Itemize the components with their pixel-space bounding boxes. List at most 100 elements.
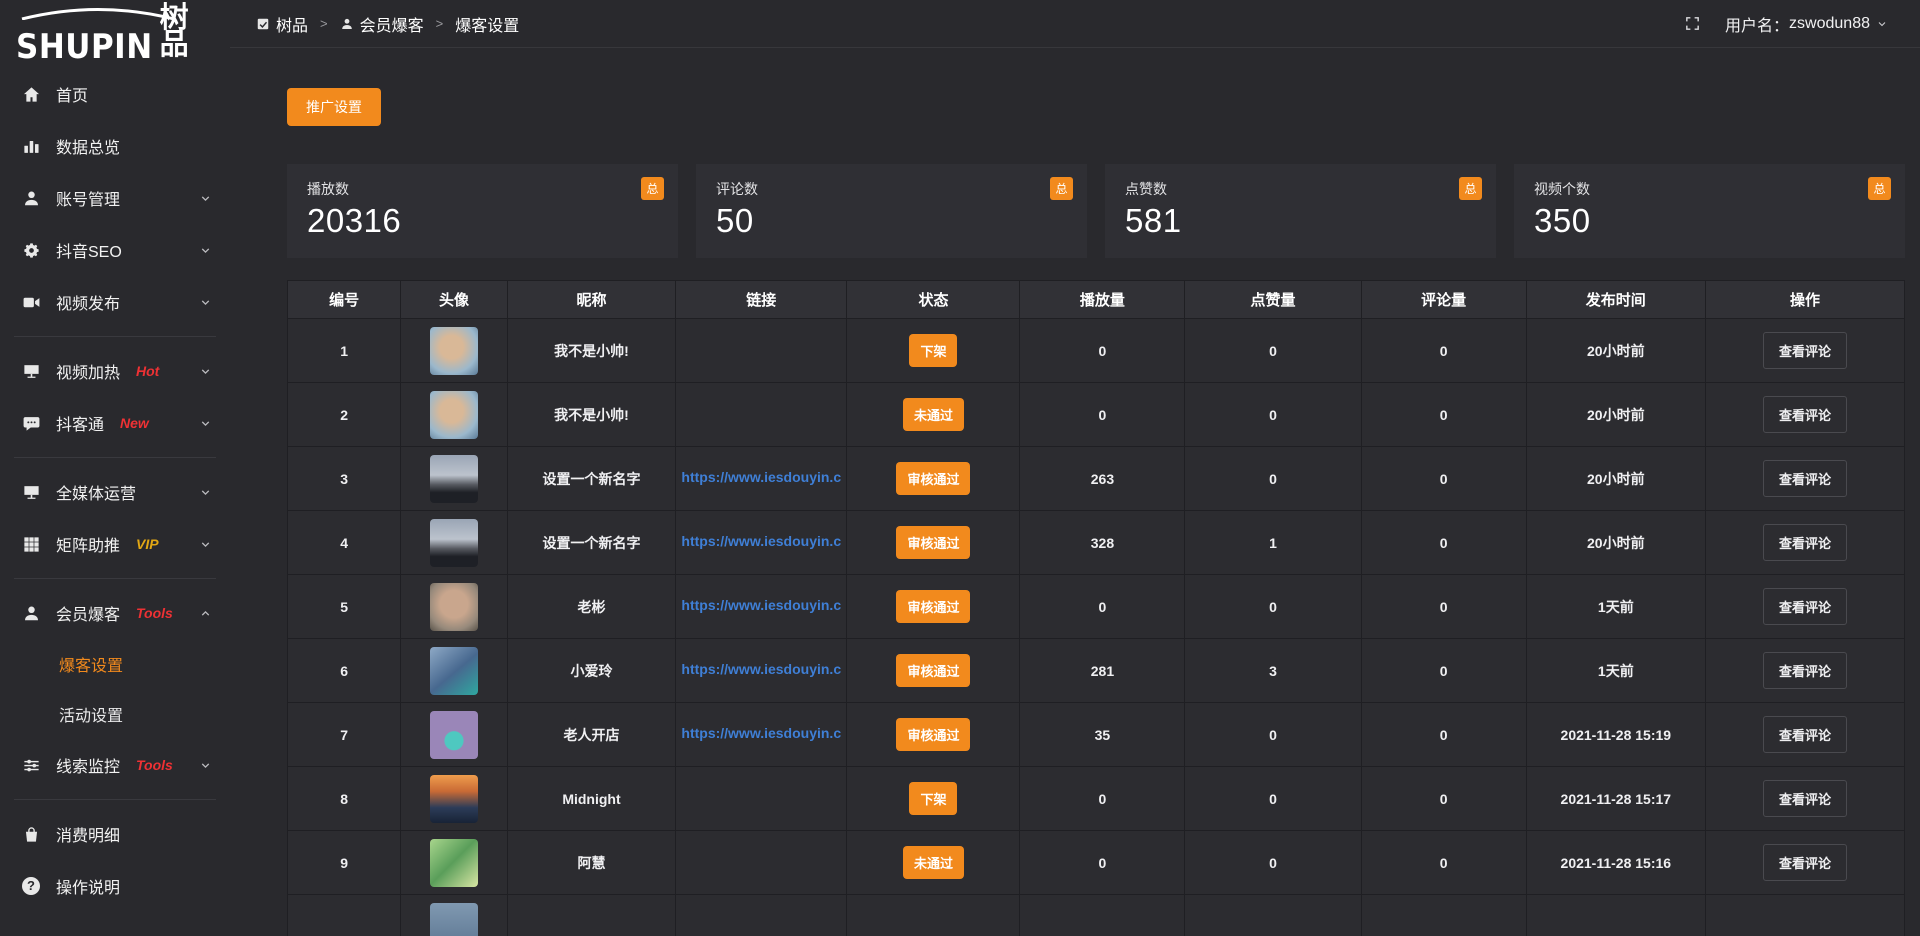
view-comments-button[interactable]: 查看评论 <box>1763 588 1847 625</box>
sidebar-item-label: 线索监控 <box>56 753 120 777</box>
chevron-down-icon <box>199 417 212 430</box>
fullscreen-icon[interactable] <box>1684 15 1701 32</box>
sidebar-item[interactable]: 数据总览 <box>0 120 230 172</box>
cell-likes: 0 <box>1185 319 1361 383</box>
sidebar-item-label: 抖客通 <box>56 411 104 435</box>
sidebar-subitem-label: 活动设置 <box>59 702 123 726</box>
status-button[interactable]: 审核通过 <box>896 654 970 687</box>
gear-icon <box>22 241 41 260</box>
screen-icon <box>22 362 41 381</box>
breadcrumb-item[interactable]: 树品 <box>256 12 308 36</box>
sidebar-subitem[interactable]: 爆客设置 <box>0 639 230 689</box>
user-menu[interactable]: 用户名： zswodun88 <box>1725 12 1888 36</box>
sidebar-item[interactable]: ? 操作说明 <box>0 860 230 912</box>
video-link[interactable]: https://www.iesdouyin.c <box>681 725 841 741</box>
sidebar-item[interactable]: 视频加热 Hot <box>0 345 230 397</box>
cell-publish-time: 2021-11-28 15:16 <box>1526 831 1705 895</box>
cell-status: 下架 <box>847 319 1020 383</box>
cell-status: 审核通过 <box>847 575 1020 639</box>
cell-status: 审核通过 <box>847 703 1020 767</box>
cell-publish-time: 1天前 <box>1526 575 1705 639</box>
view-comments-button[interactable]: 查看评论 <box>1763 844 1847 881</box>
cell-no <box>288 895 401 936</box>
cell-likes: 1 <box>1185 511 1361 575</box>
sidebar-item-label: 视频加热 <box>56 359 120 383</box>
cell-comments: 0 <box>1361 767 1526 831</box>
promo-settings-button[interactable]: 推广设置 <box>287 88 381 126</box>
sidebar-item[interactable]: 矩阵助推 VIP <box>0 518 230 570</box>
cell-no: 5 <box>288 575 401 639</box>
sidebar-divider <box>14 578 216 579</box>
sidebar-item[interactable]: 抖音SEO <box>0 224 230 276</box>
sidebar-item[interactable]: 视频发布 <box>0 276 230 328</box>
cell-action: 查看评论 <box>1706 703 1905 767</box>
sidebar-item[interactable]: 会员爆客 Tools <box>0 587 230 639</box>
status-button[interactable]: 审核通过 <box>896 718 970 751</box>
cell-avatar <box>401 639 508 703</box>
cell-link <box>676 831 847 895</box>
sidebar-item[interactable]: 线索监控 Tools <box>0 739 230 791</box>
view-comments-button[interactable]: 查看评论 <box>1763 652 1847 689</box>
video-link[interactable]: https://www.iesdouyin.c <box>681 469 841 485</box>
breadcrumb-item[interactable]: 会员爆客 <box>340 12 424 36</box>
table-row: 9 阿慧 未通过 0 0 0 2021-11-28 15:16 查看评论 <box>288 831 1905 895</box>
table-header-row: 编号头像昵称链接状态播放量点赞量评论量发布时间操作 <box>288 281 1905 319</box>
status-button[interactable]: 审核通过 <box>896 462 970 495</box>
total-badge: 总 <box>1459 177 1482 200</box>
cell-action: 查看评论 <box>1706 767 1905 831</box>
table-row: 5 老彬 https://www.iesdouyin.c 审核通过 0 0 0 … <box>288 575 1905 639</box>
cell-nickname: 我不是小帅! <box>507 319 675 383</box>
view-comments-button[interactable]: 查看评论 <box>1763 396 1847 433</box>
cell-comments: 0 <box>1361 575 1526 639</box>
cell-comments: 0 <box>1361 447 1526 511</box>
sidebar-item-label: 视频发布 <box>56 290 120 314</box>
cell-link <box>676 319 847 383</box>
sidebar-item-badge: Tools <box>136 605 173 621</box>
sidebar-item[interactable]: 抖客通 New <box>0 397 230 449</box>
view-comments-button[interactable]: 查看评论 <box>1763 524 1847 561</box>
cell-nickname: 阿慧 <box>507 831 675 895</box>
member-icon <box>22 604 41 623</box>
sidebar-item-label: 矩阵助推 <box>56 532 120 556</box>
sidebar-item-badge: VIP <box>136 536 159 552</box>
cell-avatar <box>401 767 508 831</box>
cell-action: 查看评论 <box>1706 831 1905 895</box>
cell-publish-time: 2021-11-28 15:17 <box>1526 767 1705 831</box>
status-button[interactable]: 未通过 <box>903 398 964 431</box>
view-comments-button[interactable]: 查看评论 <box>1763 780 1847 817</box>
video-link[interactable]: https://www.iesdouyin.c <box>681 597 841 613</box>
video-link[interactable]: https://www.iesdouyin.c <box>681 661 841 677</box>
status-button[interactable]: 审核通过 <box>896 590 970 623</box>
breadcrumb-item[interactable]: 爆客设置 <box>455 12 519 36</box>
view-comments-button[interactable]: 查看评论 <box>1763 460 1847 497</box>
chevron-down-icon <box>199 538 212 551</box>
status-button[interactable]: 审核通过 <box>896 526 970 559</box>
sidebar-item[interactable]: 首页 <box>0 68 230 120</box>
avatar <box>430 583 478 631</box>
view-comments-button[interactable]: 查看评论 <box>1763 716 1847 753</box>
total-badge: 总 <box>1868 177 1891 200</box>
brand-logo: SHUPIN 树品 <box>0 0 230 60</box>
cell-action: 查看评论 <box>1706 383 1905 447</box>
status-button[interactable]: 未通过 <box>903 846 964 879</box>
cell-action: 查看评论 <box>1706 447 1905 511</box>
table-row: 8 Midnight 下架 0 0 0 2021-11-28 15:17 查看评… <box>288 767 1905 831</box>
table-body: 1 我不是小帅! 下架 0 0 0 20小时前 查看评论 2 我不是小帅! 未通… <box>288 319 1905 936</box>
status-button[interactable]: 下架 <box>909 782 957 815</box>
sidebar-item[interactable]: 账号管理 <box>0 172 230 224</box>
table-row: 2 我不是小帅! 未通过 0 0 0 20小时前 查看评论 <box>288 383 1905 447</box>
cell-link: https://www.iesdouyin.c <box>676 703 847 767</box>
status-button[interactable]: 下架 <box>909 334 957 367</box>
video-link[interactable]: https://www.iesdouyin.c <box>681 533 841 549</box>
cell-no: 7 <box>288 703 401 767</box>
cell-link: https://www.iesdouyin.c <box>676 511 847 575</box>
cell-plays: 281 <box>1020 639 1185 703</box>
cell-comments: 0 <box>1361 831 1526 895</box>
sidebar-item[interactable]: 全媒体运营 <box>0 466 230 518</box>
sidebar-item[interactable]: 消费明细 <box>0 808 230 860</box>
breadcrumb-label: 会员爆客 <box>360 12 424 36</box>
view-comments-button[interactable]: 查看评论 <box>1763 332 1847 369</box>
chevron-down-icon <box>199 296 212 309</box>
cell-no: 3 <box>288 447 401 511</box>
sidebar-subitem[interactable]: 活动设置 <box>0 689 230 739</box>
